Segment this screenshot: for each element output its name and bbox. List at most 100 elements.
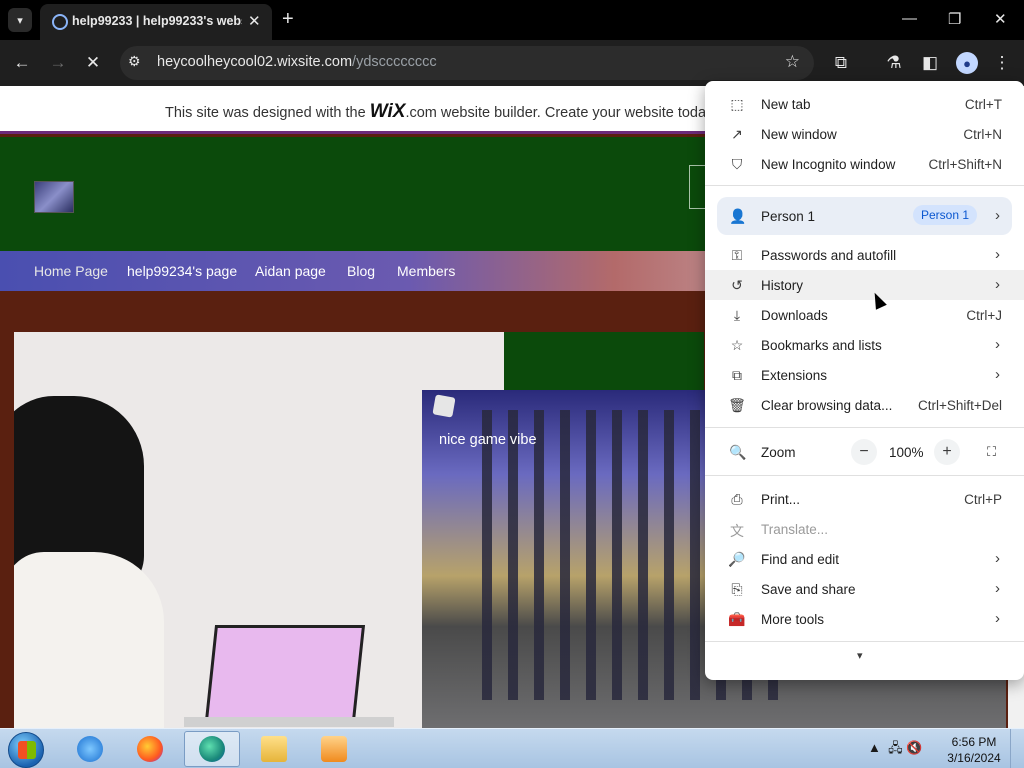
person-icon: 👤 bbox=[729, 208, 747, 224]
nav-aidan[interactable]: Aidan page bbox=[255, 263, 326, 279]
download-icon: ⤓ bbox=[733, 307, 741, 323]
profile-avatar-icon[interactable]: ● bbox=[956, 52, 978, 74]
windows-logo-icon bbox=[18, 741, 36, 759]
nav-blog[interactable]: Blog bbox=[347, 263, 375, 279]
volume-muted-icon[interactable]: 🔇 bbox=[906, 740, 922, 755]
stop-loading-icon[interactable]: ✕ bbox=[81, 52, 105, 74]
edge-browser-icon bbox=[199, 736, 225, 762]
taskbar-ie[interactable] bbox=[62, 731, 118, 767]
banner-suffix: .com website builder. Create your websit… bbox=[405, 105, 707, 121]
menu-extensions[interactable]: ⧉ Extensions › bbox=[705, 360, 1024, 390]
incognito-icon: ⛉ bbox=[731, 156, 743, 172]
site-logo[interactable] bbox=[34, 181, 74, 213]
menu-bookmarks[interactable]: ☆ Bookmarks and lists › bbox=[705, 330, 1024, 360]
menu-clear-label: Clear browsing data... bbox=[761, 398, 893, 413]
folder-icon bbox=[261, 736, 287, 762]
fullscreen-icon[interactable]: ⛶ bbox=[987, 444, 996, 460]
menu-incognito[interactable]: ⛉ New Incognito window Ctrl+Shift+N bbox=[705, 149, 1024, 179]
tab-search-button[interactable]: ▾ bbox=[8, 8, 32, 32]
url-path: /ydscccccccc bbox=[352, 54, 437, 70]
url-host: heycoolheycool02.wixsite.com bbox=[157, 54, 353, 70]
internet-explorer-icon bbox=[77, 736, 103, 762]
tab-close-icon[interactable]: ✕ bbox=[248, 12, 261, 30]
menu-translate[interactable]: 文 Translate... bbox=[705, 514, 1024, 544]
menu-more-tools[interactable]: 🧰 More tools › bbox=[705, 604, 1024, 634]
clock-date: 3/16/2024 bbox=[947, 751, 1001, 765]
menu-new-tab-label: New tab bbox=[761, 97, 811, 112]
active-tab[interactable]: help99233 | help99233's website ✕ bbox=[40, 4, 272, 40]
chevron-right-icon: › bbox=[995, 276, 1000, 293]
menu-downloads[interactable]: ⤓ Downloads Ctrl+J bbox=[705, 300, 1024, 330]
side-panel-icon[interactable]: ◧ bbox=[918, 52, 942, 74]
clock-time: 6:56 PM bbox=[951, 735, 997, 749]
taskbar-explorer[interactable] bbox=[246, 731, 302, 767]
minimize-button[interactable]: — bbox=[902, 10, 917, 27]
start-button[interactable] bbox=[8, 732, 44, 768]
menu-divider bbox=[705, 641, 1024, 642]
window-close-button[interactable]: ✕ bbox=[994, 10, 1007, 28]
zoom-out-button[interactable]: − bbox=[851, 439, 877, 465]
url-text[interactable]: heycoolheycool02.wixsite.com/ydscccccccc bbox=[157, 54, 437, 70]
person-chip: Person 1 bbox=[913, 205, 978, 225]
menu-print[interactable]: ⎙ Print... Ctrl+P bbox=[705, 484, 1024, 514]
menu-save-share[interactable]: ⎘ Save and share › bbox=[705, 574, 1024, 604]
bookmark-star-icon[interactable]: ☆ bbox=[785, 52, 800, 72]
menu-find-label: Find and edit bbox=[761, 552, 840, 567]
show-desktop-button[interactable] bbox=[1010, 729, 1024, 768]
zoom-level: 100% bbox=[889, 445, 924, 460]
site-info-icon[interactable]: ⚙ bbox=[128, 53, 141, 70]
chevron-right-icon: › bbox=[995, 246, 1000, 263]
nav-home[interactable]: Home Page bbox=[34, 263, 108, 279]
tab-title: help99233 | help99233's website bbox=[72, 14, 242, 28]
address-bar[interactable]: ⚙ heycoolheycool02.wixsite.com/ydscccccc… bbox=[120, 46, 814, 80]
firefox-icon bbox=[137, 736, 163, 762]
tray-expand-icon[interactable]: ▲ bbox=[868, 740, 881, 755]
star-icon: ☆ bbox=[730, 337, 744, 353]
printer-icon: ⎙ bbox=[731, 491, 743, 507]
extensions-puzzle-icon[interactable]: ⧉ bbox=[829, 52, 853, 74]
back-arrow-icon[interactable]: ← bbox=[10, 52, 34, 74]
restore-button[interactable]: ❐ bbox=[948, 10, 961, 28]
menu-person-label: Person 1 bbox=[761, 209, 816, 224]
taskbar-firefox[interactable] bbox=[122, 731, 178, 767]
taskbar-media[interactable] bbox=[306, 731, 362, 767]
laptop-base bbox=[184, 717, 394, 727]
menu-bookmarks-label: Bookmarks and lists bbox=[761, 338, 882, 353]
menu-new-tab[interactable]: ⬚ New tab Ctrl+T bbox=[705, 89, 1024, 119]
taskbar-edge[interactable] bbox=[184, 731, 240, 767]
chevron-right-icon: › bbox=[995, 580, 1000, 597]
site-favicon-icon bbox=[52, 14, 68, 30]
menu-zoom-label: Zoom bbox=[761, 445, 796, 460]
menu-kebab-icon[interactable]: ⋮ bbox=[990, 52, 1014, 74]
new-window-icon: ↗ bbox=[731, 126, 743, 142]
forward-arrow-icon[interactable]: → bbox=[46, 52, 70, 74]
wix-logo: WiX bbox=[369, 101, 406, 122]
translate-icon: 文 bbox=[730, 523, 744, 539]
menu-expand-chevron-icon[interactable]: ▾ bbox=[857, 649, 863, 662]
nav-members[interactable]: Members bbox=[397, 263, 455, 279]
taskbar-clock[interactable]: 6:56 PM 3/16/2024 bbox=[946, 734, 1002, 766]
chrome-app-menu: ⬚ New tab Ctrl+T ↗ New window Ctrl+N ⛉ N… bbox=[705, 81, 1024, 680]
zoom-in-button[interactable]: + bbox=[934, 439, 960, 465]
chevron-right-icon: › bbox=[995, 366, 1000, 383]
menu-passwords[interactable]: ⚿ Passwords and autofill › bbox=[705, 240, 1024, 270]
system-tray: ▲ 🖧 🔇 bbox=[868, 739, 922, 761]
save-share-icon: ⎘ bbox=[731, 581, 743, 597]
menu-history[interactable]: ↺ History › bbox=[705, 270, 1024, 300]
menu-passwords-label: Passwords and autofill bbox=[761, 248, 897, 263]
menu-person[interactable]: 👤 Person 1 Person 1 › bbox=[717, 197, 1012, 235]
network-icon[interactable]: 🖧 bbox=[888, 740, 903, 755]
menu-new-window[interactable]: ↗ New window Ctrl+N bbox=[705, 119, 1024, 149]
green-panel bbox=[504, 332, 704, 390]
menu-divider bbox=[705, 427, 1024, 428]
banner-prefix: This site was designed with the bbox=[165, 105, 366, 121]
menu-print-shortcut: Ctrl+P bbox=[964, 492, 1002, 507]
nav-help99234[interactable]: help99234's page bbox=[127, 263, 237, 279]
menu-clear-data[interactable]: 🗑 Clear browsing data... Ctrl+Shift+Del bbox=[705, 390, 1024, 420]
labs-flask-icon[interactable]: ⚗ bbox=[882, 52, 906, 74]
history-clock-icon: ↺ bbox=[731, 277, 743, 293]
menu-zoom: 🔍 Zoom − 100% + ⛶ bbox=[705, 436, 1024, 468]
roblox-logo-icon bbox=[432, 394, 456, 418]
menu-find-edit[interactable]: 🔎 Find and edit › bbox=[705, 544, 1024, 574]
new-tab-button[interactable]: + bbox=[282, 8, 294, 31]
